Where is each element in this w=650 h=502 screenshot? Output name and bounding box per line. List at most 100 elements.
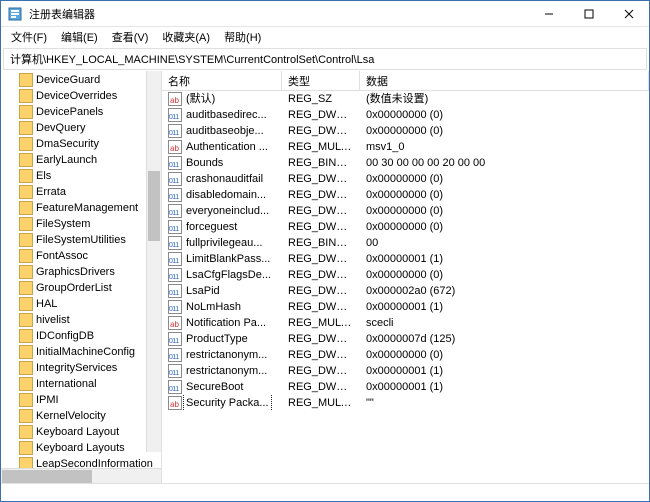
tree-item-label: DmaSecurity [36, 138, 99, 150]
tree-item-label: International [36, 378, 97, 390]
menu-file[interactable]: 文件(F) [5, 28, 53, 46]
string-value-icon [168, 92, 182, 106]
list-header: 名称 类型 数据 [162, 71, 649, 91]
column-name[interactable]: 名称 [162, 71, 282, 90]
tree-item[interactable]: DeviceOverrides [1, 88, 161, 104]
tree-horizontal-scrollbar[interactable] [1, 468, 161, 483]
value-type: REG_DWORD [282, 283, 360, 299]
value-data: (数值未设置) [360, 91, 649, 107]
app-icon [7, 6, 23, 22]
value-name: restrictanonym... [186, 363, 267, 379]
value-row[interactable]: disabledomain...REG_DWORD0x00000000 (0) [162, 187, 649, 203]
menu-edit[interactable]: 编辑(E) [55, 28, 104, 46]
value-row[interactable]: forceguestREG_DWORD0x00000000 (0) [162, 219, 649, 235]
value-type: REG_DWORD [282, 107, 360, 123]
tree-item[interactable]: Els [1, 168, 161, 184]
value-row[interactable]: BoundsREG_BINARY00 30 00 00 00 20 00 00 [162, 155, 649, 171]
tree-item-label: FeatureManagement [36, 202, 138, 214]
tree-item[interactable]: IntegrityServices [1, 360, 161, 376]
tree-vertical-scrollbar[interactable] [146, 71, 161, 452]
value-type: REG_MULTI_SZ [282, 315, 360, 331]
statusbar [1, 483, 649, 501]
value-row[interactable]: (默认)REG_SZ(数值未设置) [162, 91, 649, 107]
registry-editor-window: 注册表编辑器 文件(F) 编辑(E) 查看(V) 收藏夹(A) 帮助(H) De… [0, 0, 650, 502]
string-value-icon [168, 316, 182, 330]
address-input[interactable] [8, 52, 642, 66]
tree-item[interactable]: FeatureManagement [1, 200, 161, 216]
tree-item[interactable]: International [1, 376, 161, 392]
folder-icon [19, 313, 33, 327]
value-data: 0x00000001 (1) [360, 379, 649, 395]
folder-icon [19, 185, 33, 199]
tree-item-label: IDConfigDB [36, 330, 94, 342]
tree-item[interactable]: hivelist [1, 312, 161, 328]
value-type: REG_SZ [282, 91, 360, 107]
tree-item-label: EarlyLaunch [36, 154, 97, 166]
tree-item[interactable]: GraphicsDrivers [1, 264, 161, 280]
value-name: auditbaseobje... [186, 123, 264, 139]
tree-item[interactable]: DmaSecurity [1, 136, 161, 152]
value-row[interactable]: ProductTypeREG_DWORD0x0000007d (125) [162, 331, 649, 347]
binary-value-icon [168, 348, 182, 362]
value-row[interactable]: SecureBootREG_DWORD0x00000001 (1) [162, 379, 649, 395]
value-row[interactable]: everyoneinclud...REG_DWORD0x00000000 (0) [162, 203, 649, 219]
tree-item-label: Els [36, 170, 51, 182]
value-row[interactable]: crashonauditfailREG_DWORD0x00000000 (0) [162, 171, 649, 187]
tree-item[interactable]: EarlyLaunch [1, 152, 161, 168]
value-type: REG_BINARY [282, 155, 360, 171]
binary-value-icon [168, 204, 182, 218]
value-list[interactable]: (默认)REG_SZ(数值未设置)auditbasedirec...REG_DW… [162, 91, 649, 483]
tree-item-label: Keyboard Layout [36, 426, 119, 438]
string-value-icon [168, 396, 182, 410]
value-row[interactable]: LsaPidREG_DWORD0x000002a0 (672) [162, 283, 649, 299]
value-row[interactable]: LimitBlankPass...REG_DWORD0x00000001 (1) [162, 251, 649, 267]
value-row[interactable]: auditbasedirec...REG_DWORD0x00000000 (0) [162, 107, 649, 123]
tree-item-label: DeviceGuard [36, 74, 100, 86]
tree-item[interactable]: Keyboard Layouts [1, 440, 161, 456]
value-data: 0x00000000 (0) [360, 267, 649, 283]
menu-view[interactable]: 查看(V) [106, 28, 155, 46]
tree-item[interactable]: Errata [1, 184, 161, 200]
column-type[interactable]: 类型 [282, 71, 360, 90]
folder-icon [19, 265, 33, 279]
tree-item[interactable]: IPMI [1, 392, 161, 408]
close-button[interactable] [609, 1, 649, 26]
value-row[interactable]: LsaCfgFlagsDe...REG_DWORD0x00000000 (0) [162, 267, 649, 283]
tree-item[interactable]: DeviceGuard [1, 72, 161, 88]
folder-icon [19, 249, 33, 263]
tree-item[interactable]: DevQuery [1, 120, 161, 136]
tree-item[interactable]: FileSystemUtilities [1, 232, 161, 248]
tree-item[interactable]: HAL [1, 296, 161, 312]
value-row[interactable]: auditbaseobje...REG_DWORD0x00000000 (0) [162, 123, 649, 139]
tree-item[interactable]: Keyboard Layout [1, 424, 161, 440]
address-bar[interactable] [3, 48, 647, 70]
menu-help[interactable]: 帮助(H) [218, 28, 267, 46]
binary-value-icon [168, 188, 182, 202]
value-row[interactable]: Notification Pa...REG_MULTI_SZscecli [162, 315, 649, 331]
value-row[interactable]: Security Packa...REG_MULTI_SZ"" [162, 395, 649, 411]
value-name: fullprivilegeau... [186, 235, 262, 251]
tree-item[interactable]: FileSystem [1, 216, 161, 232]
value-name: restrictanonym... [186, 347, 267, 363]
value-row[interactable]: fullprivilegeau...REG_BINARY00 [162, 235, 649, 251]
tree-item[interactable]: KernelVelocity [1, 408, 161, 424]
column-data[interactable]: 数据 [360, 71, 649, 90]
value-row[interactable]: Authentication ...REG_MULTI_SZmsv1_0 [162, 139, 649, 155]
minimize-button[interactable] [529, 1, 569, 26]
folder-icon [19, 409, 33, 423]
tree-item[interactable]: DevicePanels [1, 104, 161, 120]
value-row[interactable]: restrictanonym...REG_DWORD0x00000001 (1) [162, 363, 649, 379]
menu-favorites[interactable]: 收藏夹(A) [156, 28, 216, 46]
value-row[interactable]: restrictanonym...REG_DWORD0x00000000 (0) [162, 347, 649, 363]
maximize-button[interactable] [569, 1, 609, 26]
binary-value-icon [168, 220, 182, 234]
tree-item[interactable]: InitialMachineConfig [1, 344, 161, 360]
value-data: 0x00000001 (1) [360, 251, 649, 267]
folder-icon [19, 441, 33, 455]
tree-item[interactable]: GroupOrderList [1, 280, 161, 296]
value-row[interactable]: NoLmHashREG_DWORD0x00000001 (1) [162, 299, 649, 315]
tree-item[interactable]: FontAssoc [1, 248, 161, 264]
tree-item[interactable]: LeapSecondInformation [1, 456, 161, 468]
tree-item[interactable]: IDConfigDB [1, 328, 161, 344]
tree-item-label: FontAssoc [36, 250, 88, 262]
